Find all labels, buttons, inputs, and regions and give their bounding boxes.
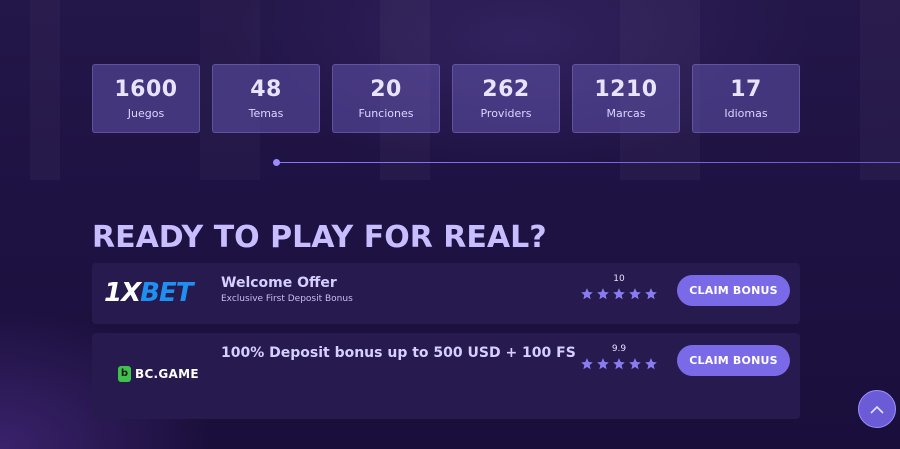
logo-text: BET [140,278,193,308]
stat-label: Juegos [127,106,165,120]
rating-score: 9.9 [611,344,627,354]
star-rating [578,287,660,301]
section-headline: READY TO PLAY FOR REAL? [92,220,547,255]
stat-card-themes: 48 Temas [212,64,320,133]
stats-row: 1600 Juegos 48 Temas 20 Funciones 262 Pr… [92,64,800,133]
logo-text: BC.GAME [135,367,199,381]
star-rating [578,357,660,371]
star-icon [596,357,610,371]
stat-card-features: 20 Funciones [332,64,440,133]
stat-value: 20 [370,76,402,102]
chevron-up-icon [869,400,885,419]
offer-card-bcgame: b BC.GAME 100% Deposit bonus up to 500 U… [92,333,800,419]
claim-bonus-button[interactable]: CLAIM BONUS [677,275,790,306]
stat-label: Temas [248,106,284,120]
logo-text: 1X [104,278,141,308]
star-icon [580,287,594,301]
offer-subtitle: Exclusive First Deposit Bonus [221,294,353,304]
offer-title: 100% Deposit bonus up to 500 USD + 100 F… [221,345,576,361]
star-icon [628,287,642,301]
stat-value: 1210 [594,76,658,102]
star-icon [644,357,658,371]
star-icon [612,357,626,371]
star-icon [628,357,642,371]
stat-label: Providers [480,106,532,120]
stat-value: 48 [250,76,282,102]
offer-card-1xbet: 1XBET Welcome Offer Exclusive First Depo… [92,263,800,324]
star-icon [580,357,594,371]
offer-title: Welcome Offer [221,275,337,291]
stat-card-games: 1600 Juegos [92,64,200,133]
star-icon [644,287,658,301]
stat-label: Idiomas [724,106,768,120]
stat-value: 1600 [114,76,178,102]
star-icon [596,287,610,301]
rating: 9.9 [578,344,660,371]
rating: 10 [578,274,660,301]
claim-bonus-button[interactable]: CLAIM BONUS [677,345,790,376]
stat-card-languages: 17 Idiomas [692,64,800,133]
bcgame-logo[interactable]: b BC.GAME [118,366,199,382]
carousel-progress-handle[interactable] [273,159,280,166]
1xbet-logo[interactable]: 1XBET [104,278,193,308]
stat-value: 17 [730,76,762,102]
stat-card-providers: 262 Providers [452,64,560,133]
bcgame-badge-icon: b [118,366,131,382]
rating-score: 10 [613,274,625,284]
scroll-to-top-button[interactable] [858,390,896,428]
stat-card-brands: 1210 Marcas [572,64,680,133]
stat-value: 262 [482,76,530,102]
stat-label: Funciones [358,106,414,120]
star-icon [612,287,626,301]
carousel-progress-track[interactable] [276,162,900,163]
stat-label: Marcas [606,106,646,120]
